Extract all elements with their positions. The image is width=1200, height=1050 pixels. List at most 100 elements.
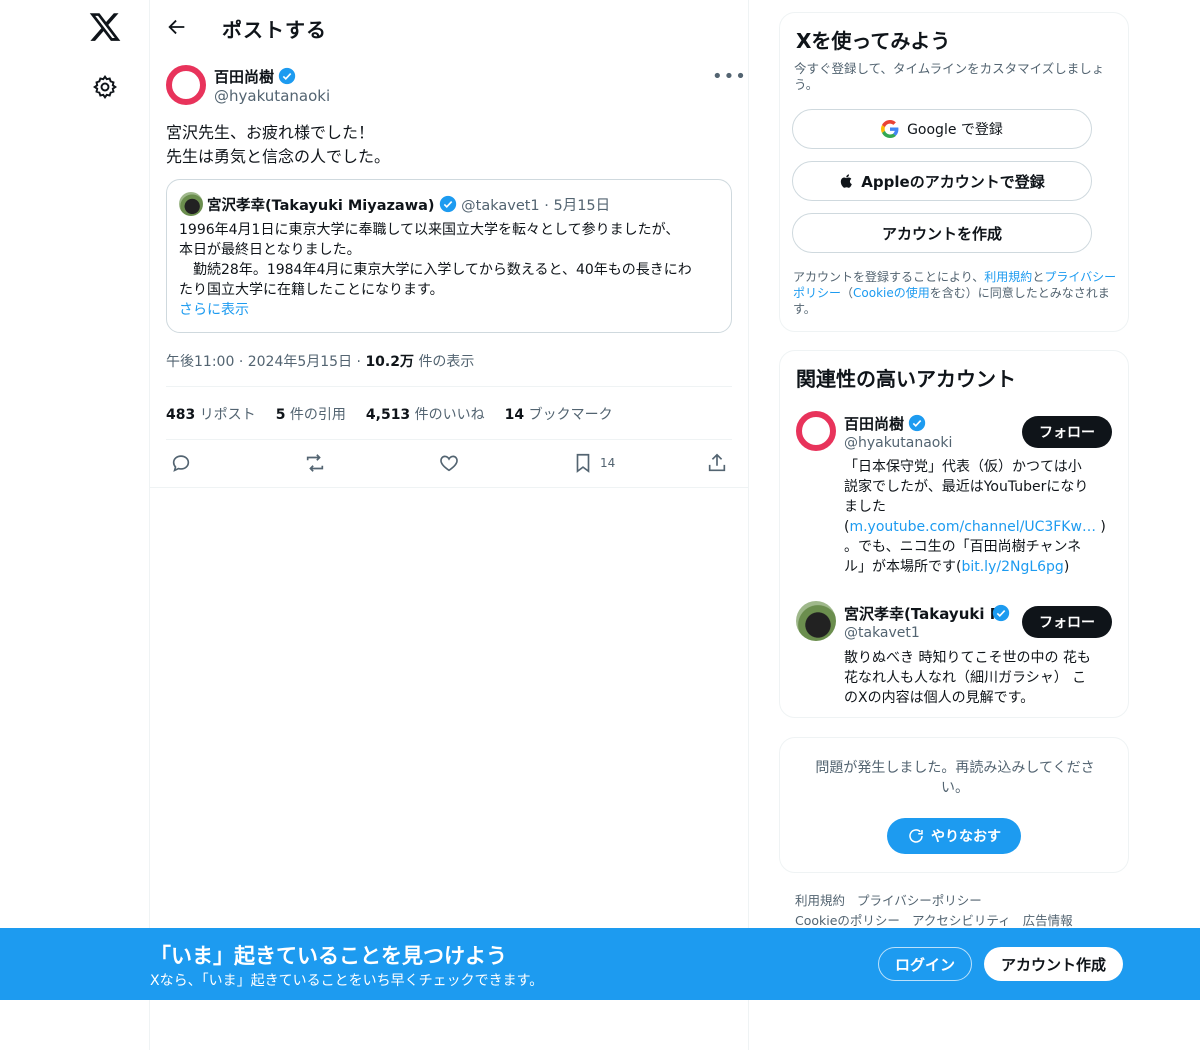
bio-line: ル」が本場所です(bit.ly/2NgL6pg) (844, 557, 1116, 577)
bio-line: ました (844, 499, 886, 515)
youtube-link[interactable]: m.youtube.com/channel/UC3FKw… (849, 519, 1095, 535)
banner-title: 「いま」起きていることを見つけよう (150, 944, 507, 968)
verified-badge-icon (908, 414, 926, 432)
bio-line: 散りぬべき 時知りてこそ世の中の 花も (844, 650, 1091, 666)
create-account-banner-button[interactable]: アカウント作成 (984, 947, 1123, 981)
error-message: 問題が発生しました。再読み込みしてくださ い。 (796, 758, 1114, 798)
bio-line: のXの内容は個人の見解です。 (844, 690, 1035, 706)
footer-links: 利用規約 プライバシーポリシー Cookieのポリシー アクセシビリティ 広告情報 (795, 891, 1073, 931)
separator: · (356, 354, 361, 370)
footer-accessibility-link[interactable]: アクセシビリティ (912, 913, 1011, 928)
divider (150, 487, 748, 488)
related-avatar[interactable] (796, 601, 836, 641)
likes-count: 4,513 (365, 407, 411, 423)
related-name-row[interactable]: 宮沢孝幸(Takayuki M (844, 603, 1014, 624)
quote-line: たり国立大学に在籍したことになります。 (179, 282, 444, 298)
bookmark-icon (576, 453, 590, 473)
footer-privacy-link[interactable]: プライバシーポリシー (857, 893, 982, 908)
author-name[interactable]: 百田尚樹 (214, 68, 274, 86)
apple-signup-label: Appleのアカウントで登録 (861, 172, 1045, 191)
likes-label: 件のいいね (414, 407, 485, 423)
author-name-row[interactable]: 百田尚樹 (214, 66, 296, 87)
repost-icon[interactable] (304, 452, 326, 474)
banner-subtitle: Xなら、「いま」起きていることをいち早くチェックできます。 (150, 973, 544, 989)
create-account-label: アカウントを作成 (881, 224, 1002, 243)
cookie-link[interactable]: Cookieの使用 (853, 286, 930, 300)
separator: · (544, 198, 549, 214)
bio-line: 。でも、ニコ生の「百田尚樹チャンネ (844, 539, 1082, 555)
related-name[interactable]: 百田尚樹 (844, 415, 904, 433)
bio-text: ) (1095, 519, 1106, 535)
bookmarks-label: ブックマーク (528, 407, 613, 423)
quote-header: 宮沢孝幸(Takayuki Miyazawa) @takavet1 · 5月15… (207, 194, 610, 215)
bookmarks-stat[interactable]: 14 ブックマーク (505, 404, 613, 424)
separator: · (238, 354, 244, 370)
retry-button[interactable]: やりなおす (887, 818, 1021, 854)
login-button[interactable]: ログイン (878, 947, 972, 981)
error-line: い。 (941, 780, 969, 796)
divider (166, 386, 732, 387)
post-text: 宮沢先生、お疲れ様でした！ 先生は勇気と信念の人でした。 (166, 121, 390, 169)
follow-button[interactable]: フォロー (1022, 606, 1112, 638)
post-text-line: 宮沢先生、お疲れ様でした！ (166, 123, 375, 142)
share-icon[interactable] (706, 452, 728, 474)
post-text-line: 先生は勇気と信念の人でした。 (166, 147, 391, 166)
quotes-stat[interactable]: 5 件の引用 (276, 404, 346, 424)
verified-badge-icon (278, 67, 296, 85)
google-signup-label: Google で登録 (907, 122, 1003, 138)
quote-body: 1996年4月1日に東京大学に奉職して以来国立大学を転々として参りましたが、 本… (179, 220, 725, 320)
x-logo-icon[interactable] (88, 10, 122, 44)
bitly-link[interactable]: bit.ly/2NgL6pg (961, 559, 1063, 575)
reposts-stat[interactable]: 483 リポスト (166, 404, 256, 424)
divider (166, 439, 732, 440)
related-name[interactable]: 宮沢孝幸(Takayuki M (844, 605, 1005, 623)
related-handle[interactable]: @hyakutanaoki (844, 435, 952, 451)
terms-text: （ (841, 286, 854, 300)
signup-terms: アカウントを登録することにより、利用規約とプライバシーポリシー（Cookieの使… (793, 269, 1119, 317)
bookmark-button[interactable]: 14 (572, 452, 615, 474)
footer-terms-link[interactable]: 利用規約 (795, 893, 845, 908)
reply-icon[interactable] (170, 452, 192, 474)
related-name-row[interactable]: 百田尚樹 (844, 413, 926, 434)
quote-line: 1996年4月1日に東京大学に奉職して以来国立大学を転々として参りましたが、 (179, 222, 680, 238)
likes-stat[interactable]: 4,513 件のいいね (366, 404, 485, 424)
post-stats: 483 リポスト 5 件の引用 4,513 件のいいね 14 ブックマーク (166, 404, 613, 424)
signup-subtitle: 今すぐ登録して、タイムラインをカスタマイズしましょう。 (794, 61, 1105, 92)
author-handle[interactable]: @hyakutanaoki (214, 87, 330, 105)
bio-line: 説家でしたが、最近はYouTuberになり (844, 479, 1089, 495)
like-icon[interactable] (438, 452, 460, 474)
bio-line: 花なれ人も人なれ（細川ガラシャ） こ (844, 670, 1087, 686)
post-meta: 午後11:00 · 2024年5月15日 · 10.2万 件の表示 (166, 351, 474, 371)
related-avatar[interactable] (796, 411, 836, 451)
quote-avatar (179, 192, 203, 216)
gear-icon[interactable] (92, 74, 118, 100)
reposts-label: リポスト (199, 407, 256, 423)
quote-author-handle: @takavet1 (461, 198, 540, 214)
footer-cookie-link[interactable]: Cookieのポリシー (795, 913, 900, 928)
verified-badge-icon (992, 604, 1010, 622)
error-card: 問題が発生しました。再読み込みしてくださ い。 やりなおす (779, 737, 1129, 873)
footer-ads-link[interactable]: 広告情報 (1023, 913, 1073, 928)
follow-button[interactable]: フォロー (1022, 416, 1112, 448)
terms-link[interactable]: 利用規約 (984, 270, 1032, 284)
reposts-count: 483 (166, 407, 196, 423)
show-more-link[interactable]: さらに表示 (179, 300, 725, 320)
quoted-post-card[interactable]: 宮沢孝幸(Takayuki Miyazawa) @takavet1 · 5月15… (166, 179, 732, 333)
google-icon (881, 120, 899, 138)
apple-signup-button[interactable]: Appleのアカウントで登録 (792, 161, 1092, 201)
create-account-button[interactable]: アカウントを作成 (792, 213, 1092, 253)
post-time[interactable]: 午後11:00 (166, 354, 234, 370)
more-options-icon[interactable]: ••• (712, 66, 747, 87)
author-avatar[interactable] (166, 65, 206, 105)
quote-date: 5月15日 (553, 198, 611, 214)
refresh-icon (909, 829, 923, 843)
post-date[interactable]: 2024年5月15日 (248, 354, 352, 370)
apple-icon (841, 174, 853, 188)
left-divider (149, 0, 150, 1050)
related-accounts-card: 関連性の高いアカウント 百田尚樹 @hyakutanaoki フォロー 「日本保… (779, 350, 1129, 718)
google-signup-button[interactable]: Google で登録 (792, 109, 1092, 149)
back-arrow-icon[interactable] (166, 16, 188, 38)
retry-label: やりなおす (931, 829, 1001, 845)
related-handle[interactable]: @takavet1 (844, 625, 920, 641)
terms-text: と (1032, 270, 1045, 284)
